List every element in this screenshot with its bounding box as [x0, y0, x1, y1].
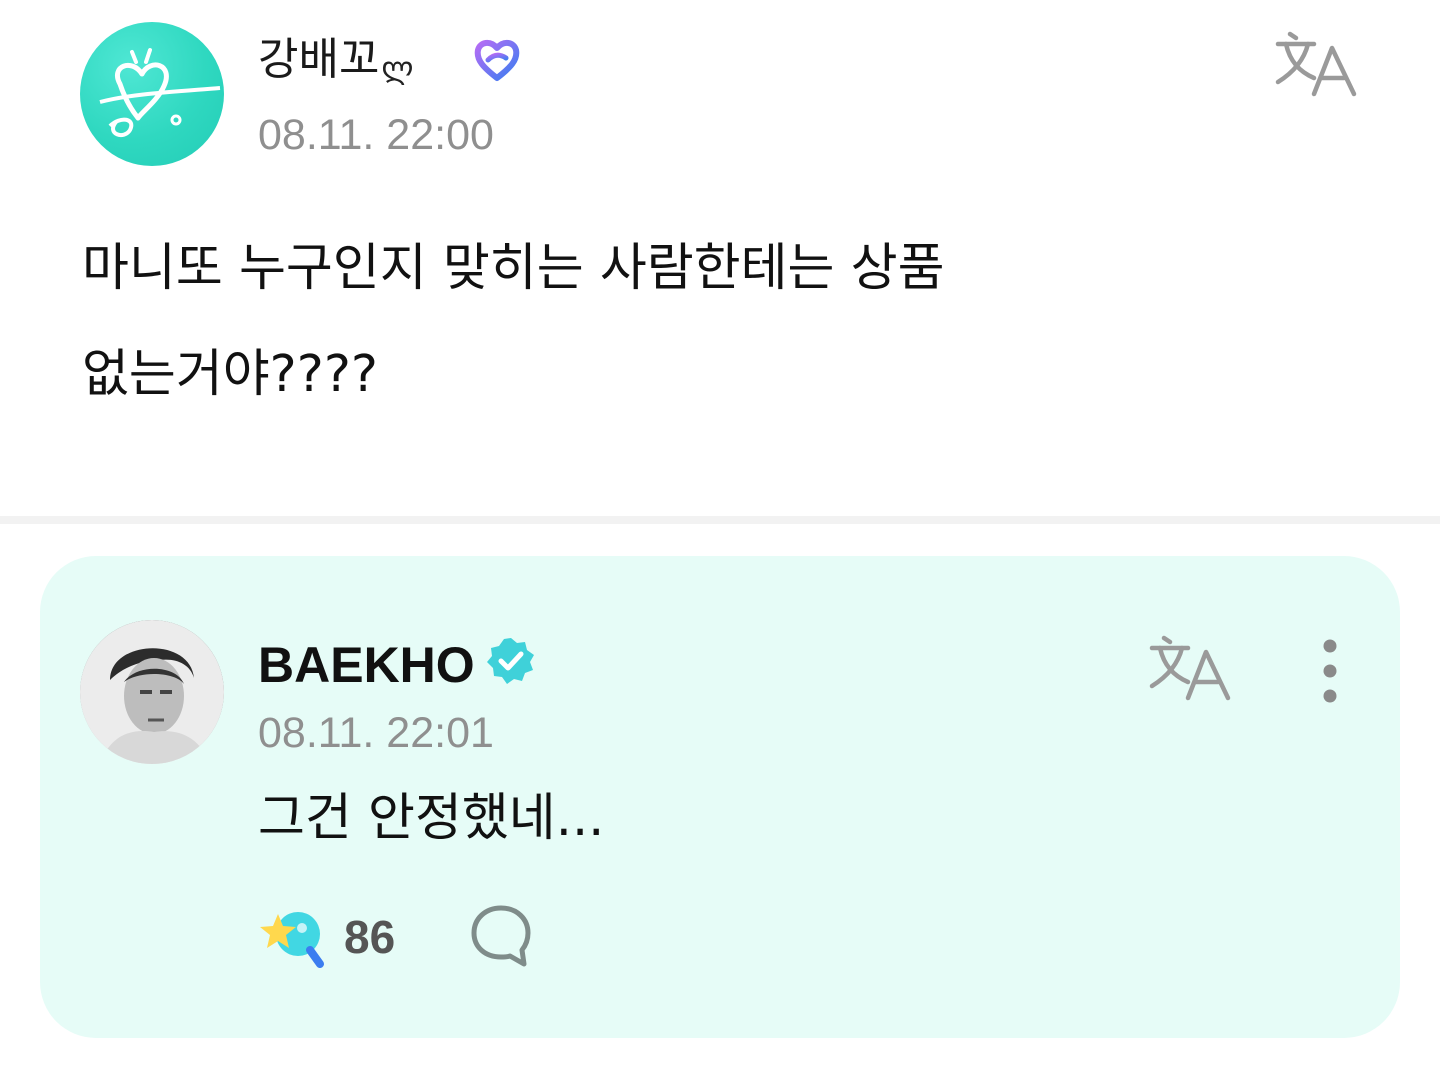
- artist-name[interactable]: BAEKHO: [258, 640, 475, 690]
- artist-portrait-image: [80, 620, 224, 764]
- reaction-count: 86: [344, 911, 396, 963]
- avatar-heart-drawing-icon: [99, 48, 221, 138]
- author-avatar[interactable]: [80, 22, 224, 166]
- reply-body-text: 그건 안정했네...: [258, 789, 605, 848]
- section-divider: [0, 516, 1440, 524]
- more-vertical-icon[interactable]: [1310, 638, 1350, 704]
- post-author-name-decoration: ლ: [381, 51, 414, 86]
- post-detail-page: 강배꼬ლ 08.11. 22:00 마니또 누구인지 맞히는 사람한테는 상품 …: [0, 0, 1440, 1066]
- star-lightstick-icon: [260, 912, 324, 968]
- artist-reply-card: BAEKHO 08.11. 22:01 그건 안정했네... 86: [40, 556, 1400, 1038]
- translate-icon[interactable]: [1148, 632, 1234, 702]
- artist-avatar[interactable]: [80, 620, 224, 764]
- post-timestamp: 08.11. 22:00: [258, 111, 494, 159]
- translate-icon[interactable]: [1274, 28, 1360, 98]
- fan-post: 강배꼬ლ 08.11. 22:00 마니또 누구인지 맞히는 사람한테는 상품 …: [0, 0, 1440, 518]
- post-body-text: 마니또 누구인지 맞히는 사람한테는 상품 없는거야????: [82, 239, 945, 404]
- reply-timestamp: 08.11. 22:01: [258, 709, 494, 757]
- comment-icon[interactable]: [468, 902, 534, 968]
- post-author-name[interactable]: 강배꼬ლ: [258, 38, 413, 84]
- heart-badge-icon: [474, 40, 520, 81]
- post-author-name-text: 강배꼬: [258, 34, 380, 85]
- verified-badge-icon: [487, 638, 534, 684]
- reaction-button[interactable]: 86: [258, 902, 395, 972]
